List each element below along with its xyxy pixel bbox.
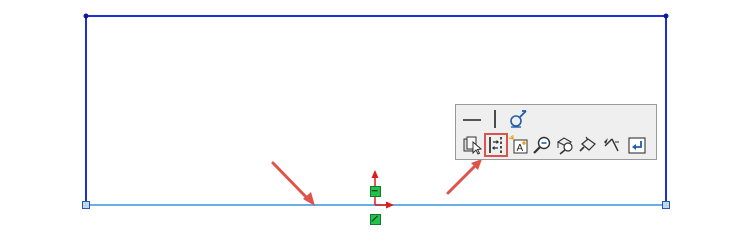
coincident-relation-tag[interactable] bbox=[370, 214, 381, 225]
context-toolbar: A bbox=[455, 104, 657, 160]
sketch-tools-button[interactable] bbox=[577, 134, 599, 156]
callout-arrow-toolbar bbox=[446, 159, 482, 195]
vertical-relation-button[interactable] bbox=[484, 108, 506, 130]
convert-to-construction-button[interactable] bbox=[484, 133, 508, 157]
smart-dimension-button[interactable] bbox=[600, 134, 622, 156]
select-other-button[interactable] bbox=[461, 134, 483, 156]
endpoint-top-right[interactable] bbox=[663, 13, 669, 19]
endpoint-top-left[interactable] bbox=[83, 13, 89, 19]
endpoint-bottom-right[interactable] bbox=[662, 201, 670, 209]
horizontal-relation-tag[interactable] bbox=[370, 186, 381, 197]
svg-text:A: A bbox=[517, 143, 524, 154]
fix-relation-button[interactable] bbox=[507, 108, 529, 130]
zoom-to-selection-button[interactable] bbox=[531, 134, 553, 156]
exit-sketch-button[interactable] bbox=[626, 134, 648, 156]
callout-arrow-line bbox=[271, 161, 315, 206]
endpoint-bottom-left[interactable] bbox=[82, 201, 90, 209]
add-dimension-button[interactable]: A bbox=[508, 134, 530, 156]
horizontal-relation-button[interactable] bbox=[461, 108, 483, 130]
display-relations-button[interactable] bbox=[554, 134, 576, 156]
